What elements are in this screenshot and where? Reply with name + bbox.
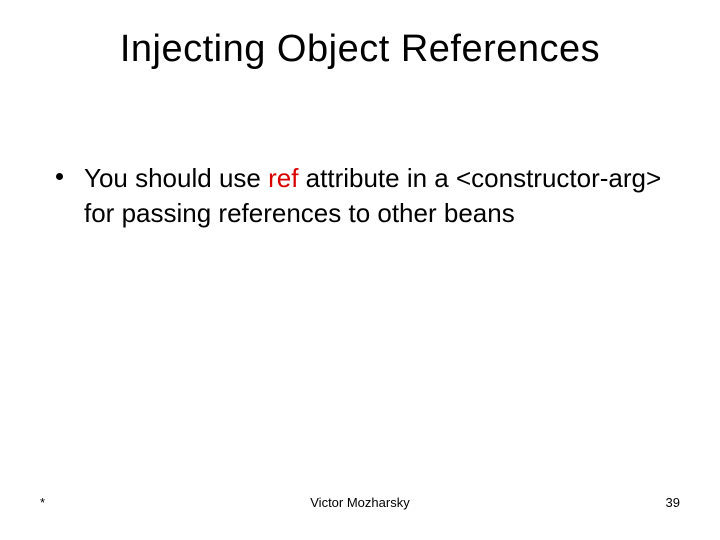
content-area: You should use ref attribute in a <const… bbox=[40, 161, 680, 231]
bullet-item: You should use ref attribute in a <const… bbox=[56, 161, 680, 231]
ref-keyword: ref bbox=[268, 163, 298, 193]
page-number: 39 bbox=[467, 495, 680, 510]
footer: * Victor Mozharsky 39 bbox=[0, 495, 720, 510]
slide: Injecting Object References You should u… bbox=[0, 0, 720, 540]
slide-title: Injecting Object References bbox=[40, 28, 680, 71]
footer-author: Victor Mozharsky bbox=[253, 495, 466, 510]
footer-date: * bbox=[40, 495, 253, 510]
bullet-text-pre: You should use bbox=[84, 163, 268, 193]
bullet-icon bbox=[56, 173, 63, 180]
